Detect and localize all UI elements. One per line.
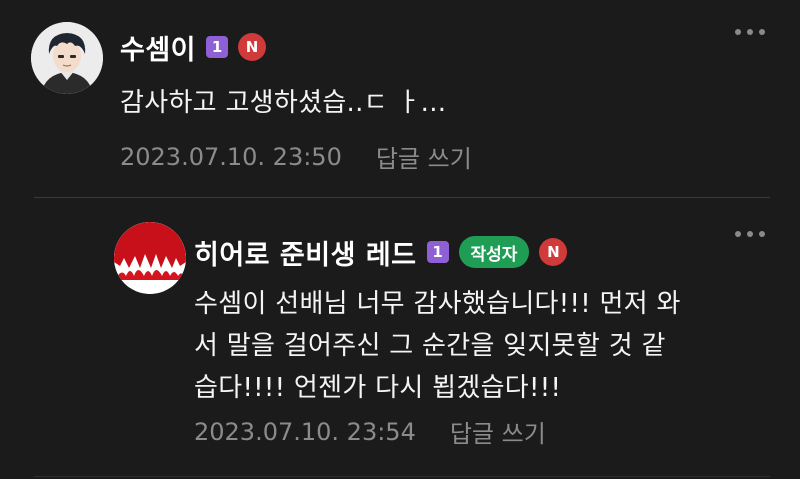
- level-badge: 1: [426, 241, 449, 263]
- new-badge: N: [238, 33, 267, 61]
- comment-divider: [34, 197, 770, 198]
- author-name[interactable]: 수셈이: [120, 28, 196, 67]
- comment-header: 히어로 준비생 레드 1 작성자 N: [194, 232, 568, 272]
- comment-text: 감사하고 고생하셨습..ㄷ ㅏ...: [120, 88, 447, 118]
- comment-timestamp: 2023.07.10. 23:50: [120, 142, 342, 171]
- anime-boy-avatar-icon: [31, 22, 103, 94]
- comment-thread: 수셈이 1 N 감사하고 고생하셨습..ㄷ ㅏ... 2023.07.10. 2…: [0, 0, 800, 479]
- comment-timestamp: 2023.07.10. 23:54: [194, 417, 416, 446]
- comment-divider: [34, 476, 770, 477]
- comment-header: 수셈이 1 N: [120, 27, 267, 67]
- comment-text-line: 수셈이 선배님 너무 감사했습니다!!! 먼저 와: [194, 289, 681, 319]
- avatar[interactable]: [31, 22, 103, 94]
- comment-text: 수셈이 선배님 너무 감사했습니다!!! 먼저 와 서 말을 걸어주신 그 순간…: [194, 283, 681, 409]
- comment-meta: 2023.07.10. 23:54 답글 쓰기: [194, 414, 546, 449]
- more-options-icon[interactable]: [735, 29, 765, 35]
- comment-text-line: 서 말을 걸어주신 그 순간을 잊지못할 것 같: [194, 331, 666, 361]
- new-badge: N: [539, 238, 568, 266]
- comment-meta: 2023.07.10. 23:50 답글 쓰기: [120, 139, 472, 174]
- more-options-icon[interactable]: [735, 231, 765, 237]
- comment-text-line: 습다!!!! 언젠가 다시 뵙겠습다!!!: [194, 373, 562, 403]
- red-flame-avatar-icon: [114, 222, 186, 294]
- author-name[interactable]: 히어로 준비생 레드: [194, 233, 417, 272]
- reply-button[interactable]: 답글 쓰기: [450, 414, 546, 449]
- author-badge: 작성자: [458, 236, 530, 268]
- avatar[interactable]: [114, 222, 186, 294]
- level-badge: 1: [206, 36, 229, 58]
- reply-button[interactable]: 답글 쓰기: [376, 139, 472, 174]
